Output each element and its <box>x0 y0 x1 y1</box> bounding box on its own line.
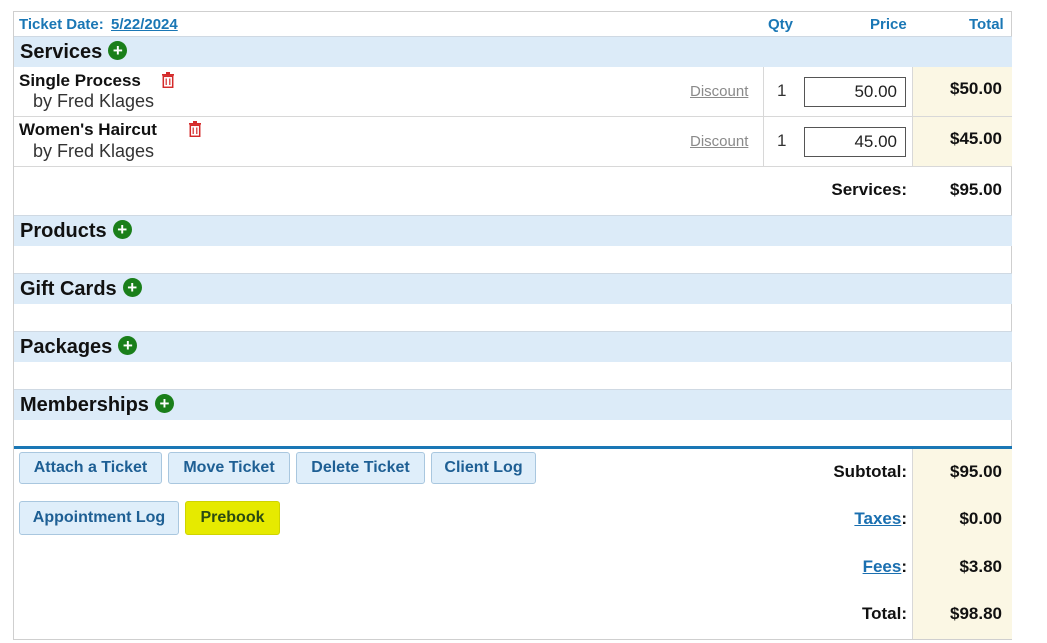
total-header: Total <box>969 16 1004 33</box>
subtotal-label: Subtotal: <box>833 462 907 481</box>
fees-row-label: Fees: <box>780 557 907 577</box>
appointment-log-button[interactable]: Appointment Log <box>19 501 179 535</box>
taxes-colon: : <box>901 509 907 528</box>
attach-ticket-button[interactable]: Attach a Ticket <box>19 452 162 484</box>
row-divider <box>14 166 1012 167</box>
service-provider: by Fred Klages <box>33 141 155 161</box>
total-label: Total: <box>861 604 907 623</box>
taxes-link[interactable]: Taxes <box>854 509 901 528</box>
gift-cards-title: Gift Cards <box>20 278 117 300</box>
memberships-section-header: Memberships + <box>14 389 1012 420</box>
subtotal-value: $95.00 <box>950 462 1002 481</box>
services-title: Services <box>20 41 103 63</box>
service-qty: 1 <box>777 131 787 150</box>
row-divider <box>14 116 1012 117</box>
service-price-input[interactable]: 45.00 <box>804 127 906 157</box>
trash-icon[interactable] <box>161 72 175 88</box>
fees-value: $3.80 <box>959 557 1002 576</box>
fees-colon: : <box>901 557 907 576</box>
add-service-icon[interactable]: + <box>108 41 128 60</box>
service-price-input[interactable]: 50.00 <box>804 77 906 107</box>
prebook-button[interactable]: Prebook <box>185 501 280 535</box>
services-subtotal: $95.00 <box>950 180 1002 199</box>
services-subtotal-label: Services: <box>831 180 907 199</box>
add-product-icon[interactable]: + <box>112 220 132 239</box>
memberships-title: Memberships <box>20 394 149 416</box>
delete-ticket-button[interactable]: Delete Ticket <box>296 452 425 484</box>
products-title: Products <box>20 220 107 242</box>
service-line-total: $45.00 <box>950 129 1002 148</box>
service-name: Single Process <box>19 71 141 90</box>
taxes-value: $0.00 <box>959 509 1002 528</box>
discount-link[interactable]: Discount <box>690 83 748 100</box>
add-gift-card-icon[interactable]: + <box>122 278 142 297</box>
price-header: Price <box>870 16 907 33</box>
client-log-button[interactable]: Client Log <box>431 452 536 484</box>
service-qty: 1 <box>777 81 787 100</box>
add-membership-icon[interactable]: + <box>154 394 174 413</box>
service-provider: by Fred Klages <box>33 91 155 111</box>
products-section-header: Products + <box>14 215 1012 246</box>
ticket-date-label: Ticket Date: <box>19 16 104 33</box>
fees-link[interactable]: Fees <box>863 557 902 576</box>
packages-section-header: Packages + <box>14 331 1012 362</box>
move-ticket-button[interactable]: Move Ticket <box>168 452 290 484</box>
add-package-icon[interactable]: + <box>118 336 138 355</box>
qty-header: Qty <box>768 16 794 33</box>
packages-title: Packages <box>20 336 113 358</box>
summary-divider <box>14 446 1012 449</box>
service-name: Women's Haircut <box>19 120 157 139</box>
ticket-date-link[interactable]: 5/22/2024 <box>111 16 178 33</box>
taxes-row-label: Taxes: <box>780 509 907 529</box>
service-line-total: $50.00 <box>950 79 1002 98</box>
gift-cards-section-header: Gift Cards + <box>14 273 1012 304</box>
services-section-header: Services + <box>14 36 1012 67</box>
total-value: $98.80 <box>950 604 1002 623</box>
trash-icon[interactable] <box>188 121 202 137</box>
discount-link[interactable]: Discount <box>690 133 748 150</box>
